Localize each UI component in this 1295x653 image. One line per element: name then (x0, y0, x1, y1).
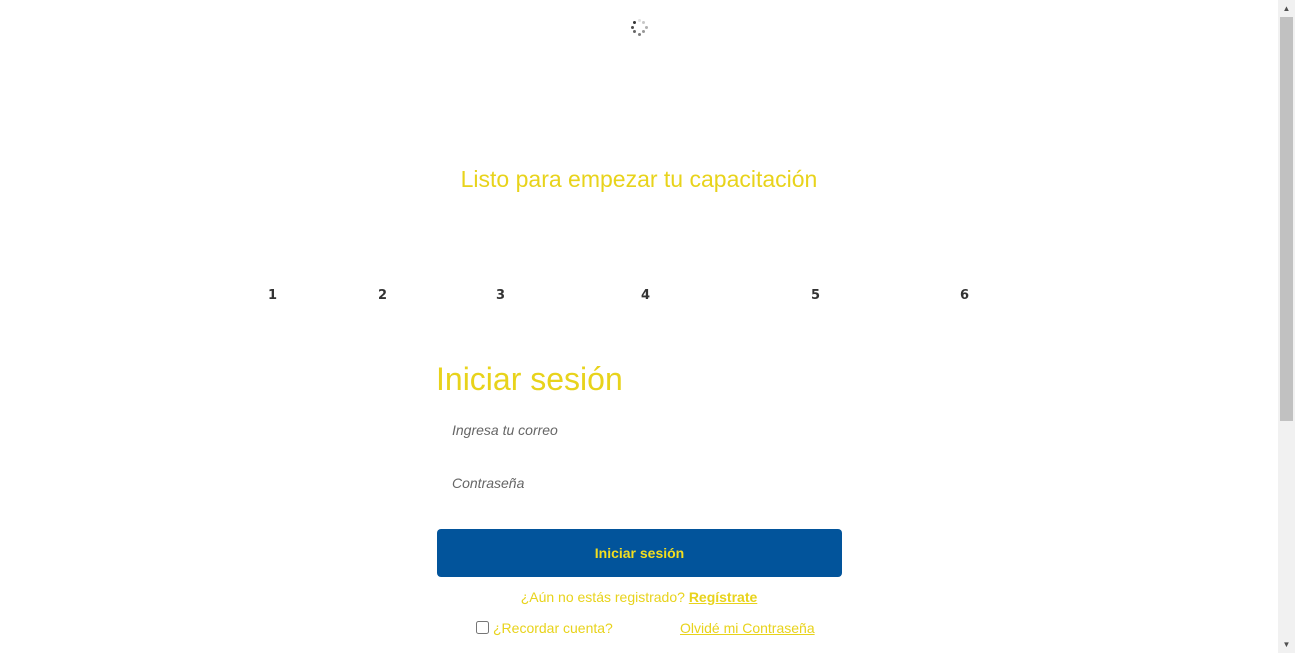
login-title: Iniciar sesión (436, 361, 623, 397)
spinner-dot (630, 25, 634, 29)
register-prompt-line: ¿Aún no estás registrado? Regístrate (0, 589, 1278, 605)
login-button[interactable]: Iniciar sesión (437, 529, 842, 577)
step-6: 6 (960, 288, 970, 303)
loading-spinner-icon (629, 17, 649, 37)
spinner-dot (642, 20, 646, 24)
step-3: 3 (496, 288, 506, 303)
spinner-dot (632, 30, 636, 34)
spinner-dot (642, 30, 646, 34)
spinner-dot (644, 25, 648, 29)
arrow-down-icon[interactable]: ▼ (1278, 636, 1295, 653)
scrollbar-thumb[interactable] (1280, 17, 1293, 421)
page-content: Listo para empezar tu capacitación 1 2 3… (0, 0, 1278, 653)
step-4: 4 (641, 288, 651, 303)
remember-checkbox[interactable] (476, 621, 489, 634)
remember-label: ¿Recordar cuenta? (493, 620, 613, 636)
step-2: 2 (378, 288, 388, 303)
password-field[interactable] (437, 466, 842, 500)
arrow-up-icon[interactable]: ▲ (1278, 0, 1295, 17)
spinner-dot (632, 20, 636, 24)
page-subtitle: Listo para empezar tu capacitación (460, 166, 818, 192)
register-link[interactable]: Regístrate (689, 589, 757, 605)
remember-account[interactable]: ¿Recordar cuenta? (476, 620, 613, 636)
steps-row: 1 2 3 4 5 6 (0, 288, 1278, 308)
register-prompt: ¿Aún no estás registrado? (520, 589, 685, 605)
spinner-dot (637, 18, 641, 22)
spinner-dot (637, 32, 641, 36)
email-field[interactable] (437, 413, 842, 447)
step-1: 1 (268, 288, 278, 303)
step-5: 5 (811, 288, 821, 303)
forgot-password-link[interactable]: Olvidé mi Contraseña (680, 620, 815, 636)
vertical-scrollbar[interactable]: ▲ ▼ (1278, 0, 1295, 653)
